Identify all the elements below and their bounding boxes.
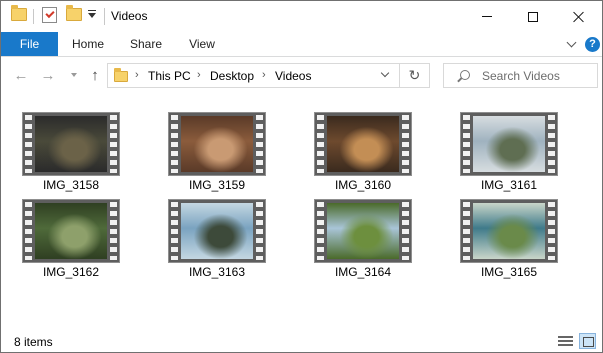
video-thumbnail xyxy=(460,112,558,176)
title-separator xyxy=(104,8,105,25)
folder-icon[interactable] xyxy=(11,5,27,21)
search-input[interactable] xyxy=(482,67,594,84)
breadcrumb-videos[interactable]: Videos xyxy=(275,69,311,83)
breadcrumb-chevron-icon[interactable]: › xyxy=(135,69,139,81)
video-thumbnail xyxy=(22,112,120,176)
breadcrumb-desktop[interactable]: Desktop xyxy=(210,69,254,83)
address-folder-icon xyxy=(114,68,128,82)
address-bar[interactable]: › This PC › Desktop › Videos xyxy=(107,63,400,88)
video-frame xyxy=(473,203,545,259)
file-item[interactable]: IMG_3163 xyxy=(157,190,277,279)
tab-share[interactable]: Share xyxy=(121,32,171,56)
minimize-button[interactable] xyxy=(464,1,510,32)
quick-access-separator xyxy=(33,9,34,24)
file-name: IMG_3164 xyxy=(334,265,392,279)
maximize-icon xyxy=(528,11,538,22)
video-frame xyxy=(473,116,545,172)
title-bar: Videos xyxy=(1,1,602,32)
expand-ribbon-chevron-icon[interactable] xyxy=(567,39,577,49)
video-frame xyxy=(35,116,107,172)
explorer-window: Videos File Home Share View ? ← → ↑ › Th… xyxy=(0,0,603,353)
up-button[interactable]: ↑ xyxy=(85,66,105,86)
breadcrumb-chevron-icon[interactable]: › xyxy=(197,69,201,81)
tab-view[interactable]: View xyxy=(177,32,227,56)
file-item[interactable]: IMG_3164 xyxy=(303,190,423,279)
window-title: Videos xyxy=(111,9,148,23)
file-item[interactable]: IMG_3160 xyxy=(303,103,423,192)
file-name: IMG_3165 xyxy=(480,265,538,279)
back-button[interactable]: ← xyxy=(11,66,31,86)
search-box[interactable] xyxy=(443,63,598,88)
video-thumbnail xyxy=(168,112,266,176)
video-frame xyxy=(35,203,107,259)
video-thumbnail xyxy=(314,199,412,263)
video-thumbnail xyxy=(460,199,558,263)
search-icon xyxy=(460,70,470,80)
new-folder-icon[interactable] xyxy=(66,5,82,21)
video-thumbnail xyxy=(168,199,266,263)
video-frame xyxy=(181,203,253,259)
video-thumbnail xyxy=(22,199,120,263)
file-item[interactable]: IMG_3161 xyxy=(449,103,569,192)
customize-quick-access-dropdown-icon[interactable] xyxy=(88,10,96,18)
file-item[interactable]: IMG_3162 xyxy=(11,190,131,279)
item-count: 8 items xyxy=(14,335,53,349)
breadcrumb-this-pc[interactable]: This PC xyxy=(148,69,191,83)
tab-home[interactable]: Home xyxy=(63,32,113,56)
help-icon[interactable]: ? xyxy=(585,37,600,52)
file-list: IMG_3158 IMG_3159 IMG_3160 IMG_3161 IMG_3162… xyxy=(1,96,602,326)
file-item[interactable]: IMG_3158 xyxy=(11,103,131,192)
video-frame xyxy=(181,116,253,172)
ribbon: File Home Share View ? xyxy=(1,32,602,57)
video-frame xyxy=(327,203,399,259)
recent-locations-chevron-icon[interactable] xyxy=(71,73,77,77)
file-item[interactable]: IMG_3159 xyxy=(157,103,277,192)
file-name: IMG_3162 xyxy=(42,265,100,279)
video-thumbnail xyxy=(314,112,412,176)
refresh-button[interactable]: ↻ xyxy=(400,63,430,88)
minimize-icon xyxy=(482,16,492,17)
navigation-bar: ← → ↑ › This PC › Desktop › Videos ↻ xyxy=(1,58,602,96)
file-name: IMG_3163 xyxy=(188,265,246,279)
tab-file[interactable]: File xyxy=(1,32,58,56)
close-icon xyxy=(573,11,585,23)
breadcrumb-chevron-icon[interactable]: › xyxy=(262,69,266,81)
video-frame xyxy=(327,116,399,172)
large-icons-view-icon[interactable] xyxy=(579,333,596,349)
address-history-dropdown-icon[interactable] xyxy=(376,70,396,82)
forward-button[interactable]: → xyxy=(38,66,58,86)
maximize-button[interactable] xyxy=(510,1,556,32)
status-bar: 8 items xyxy=(1,329,602,353)
close-button[interactable] xyxy=(556,1,602,32)
details-view-icon[interactable] xyxy=(558,335,573,348)
file-item[interactable]: IMG_3165 xyxy=(449,190,569,279)
properties-icon[interactable] xyxy=(42,7,57,23)
